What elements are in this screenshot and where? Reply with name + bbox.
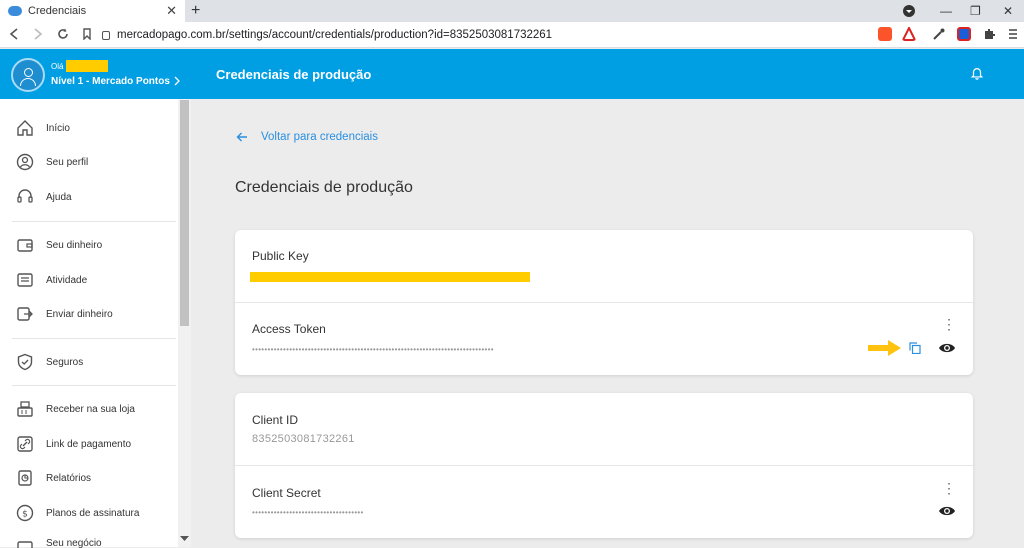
mercadopago-favicon-icon <box>8 6 22 16</box>
main-title: Credenciais de produção <box>235 179 413 196</box>
sidebar-divider <box>12 338 176 339</box>
sidebar-item-label: Link de pagamento <box>46 438 132 450</box>
notification-bell-icon[interactable] <box>970 66 984 80</box>
redacted-public-key <box>250 272 530 282</box>
more-options-icon[interactable]: ⋮ <box>942 481 956 495</box>
new-tab-button[interactable]: + <box>191 0 200 22</box>
eyedropper-icon[interactable] <box>932 27 946 41</box>
eye-icon[interactable] <box>938 505 956 517</box>
redacted-username <box>66 60 108 72</box>
arrow-left-icon <box>236 132 247 142</box>
sidebar-item-seu-perfil[interactable]: Seu perfil <box>0 145 176 179</box>
cash-register-icon <box>17 401 33 417</box>
svg-text:$: $ <box>22 510 28 520</box>
client-id-value[interactable]: 8352503081732261 <box>252 433 355 445</box>
loyalty-level[interactable]: Nível 1 - Mercado Pontos <box>51 76 170 87</box>
minimize-button[interactable]: — <box>940 0 952 22</box>
sidebar-item-label: Receber na sua loja <box>46 403 135 415</box>
public-key-label: Public Key <box>252 249 309 263</box>
back-icon[interactable] <box>9 28 19 40</box>
list-icon <box>17 273 33 287</box>
tab-title: Credenciais <box>28 5 87 17</box>
sidebar-divider <box>12 221 176 222</box>
sidebar-item-label: Seu dinheiro <box>46 239 103 251</box>
sidebar-item-label: Relatórios <box>46 472 92 484</box>
maximize-button[interactable]: ❐ <box>970 0 981 22</box>
access-token-label: Access Token <box>252 322 326 336</box>
access-token-value: ••••••••••••••••••••••••••••••••••••••••… <box>252 345 494 354</box>
browser-toolbar: mercadopago.com.br/settings/account/cred… <box>0 22 1024 48</box>
scroll-down-arrow-icon[interactable] <box>180 536 189 542</box>
client-secret-value: •••••••••••••••••••••••••••••••••••• <box>252 508 364 517</box>
back-link[interactable]: Voltar para credenciais <box>236 131 378 143</box>
report-icon <box>18 470 32 486</box>
sidebar: Início Seu perfil Ajuda Seu dinheiro Ati… <box>0 99 191 548</box>
close-window-button[interactable]: ✕ <box>1003 0 1013 22</box>
sidebar-divider <box>12 385 176 386</box>
home-icon <box>17 120 33 136</box>
sidebar-item-atividade[interactable]: Atividade <box>0 263 176 297</box>
sidebar-item-label: Atividade <box>46 274 88 286</box>
card-divider <box>235 465 973 466</box>
client-secret-label: Client Secret <box>252 486 321 500</box>
brave-shield-icon[interactable] <box>878 27 892 41</box>
wallet-icon <box>17 239 33 252</box>
sidebar-item-label: Ajuda <box>46 191 72 203</box>
credentials-card-client: Client ID 8352503081732261 Client Secret… <box>235 393 973 538</box>
forward-icon[interactable] <box>33 28 43 40</box>
sidebar-item-label: Enviar dinheiro <box>46 308 113 320</box>
sidebar-item-label: Planos de assinatura <box>46 507 140 519</box>
page-title: Credenciais de produção <box>216 67 372 82</box>
bookmark-icon[interactable] <box>82 28 92 40</box>
browser-tab-strip: Credenciais ✕ + — ❐ ✕ <box>0 0 1024 22</box>
link-icon <box>17 436 33 452</box>
extension-icon[interactable] <box>957 27 971 41</box>
copy-icon[interactable] <box>909 342 921 354</box>
profile-icon[interactable] <box>902 4 916 18</box>
tab-close-icon[interactable]: ✕ <box>166 3 177 19</box>
credentials-card-public: Public Key Access Token ••••••••••••••••… <box>235 230 973 375</box>
menu-icon[interactable] <box>1006 27 1020 41</box>
sidebar-item-receber-na-sua-loja[interactable]: Receber na sua loja <box>0 392 176 426</box>
account-header[interactable] <box>0 49 191 99</box>
url-text[interactable]: mercadopago.com.br/settings/account/cred… <box>117 29 552 41</box>
more-options-icon[interactable]: ⋮ <box>942 317 956 331</box>
sidebar-item-label: Seguros <box>46 356 84 368</box>
sidebar-item-ajuda[interactable]: Ajuda <box>0 180 176 214</box>
brave-rewards-icon[interactable] <box>902 27 916 41</box>
sidebar-item-seu-dinheiro[interactable]: Seu dinheiro <box>0 228 176 262</box>
avatar[interactable] <box>11 58 45 92</box>
shield-icon <box>17 353 33 371</box>
greeting-text: Olá <box>51 62 64 71</box>
user-circle-icon <box>16 153 34 171</box>
address-bar[interactable]: mercadopago.com.br/settings/account/cred… <box>102 25 872 45</box>
sidebar-item-inicio[interactable]: Início <box>0 111 176 145</box>
subscription-icon: $ <box>16 504 34 522</box>
puzzle-icon[interactable] <box>982 27 996 41</box>
lock-icon <box>102 30 110 40</box>
sidebar-item-link-de-pagamento[interactable]: Link de pagamento <box>0 427 176 461</box>
sidebar-item-seu-negocio[interactable]: Seu negócio <box>0 530 176 548</box>
reload-icon[interactable] <box>57 28 69 40</box>
sidebar-item-planos-de-assinatura[interactable]: $ Planos de assinatura <box>0 496 176 530</box>
sidebar-item-relatorios[interactable]: Relatórios <box>0 461 176 495</box>
user-body-icon <box>20 78 36 86</box>
sidebar-item-seguros[interactable]: Seguros <box>0 345 176 379</box>
annotation-arrow-icon <box>868 340 901 356</box>
client-id-label: Client ID <box>252 413 299 427</box>
card-divider <box>235 302 973 303</box>
sidebar-item-label: Início <box>46 122 70 134</box>
send-money-icon <box>17 307 33 321</box>
back-link-label[interactable]: Voltar para credenciais <box>261 131 378 143</box>
headset-icon <box>17 189 33 203</box>
chevron-right-icon[interactable] <box>174 76 180 86</box>
sidebar-item-label: Seu perfil <box>46 156 89 168</box>
browser-tab[interactable]: Credenciais ✕ <box>0 0 185 22</box>
sidebar-scrollbar-thumb[interactable] <box>180 100 189 326</box>
sidebar-item-enviar-dinheiro[interactable]: Enviar dinheiro <box>0 297 176 331</box>
eye-icon[interactable] <box>938 342 956 354</box>
user-head-icon <box>23 68 33 77</box>
